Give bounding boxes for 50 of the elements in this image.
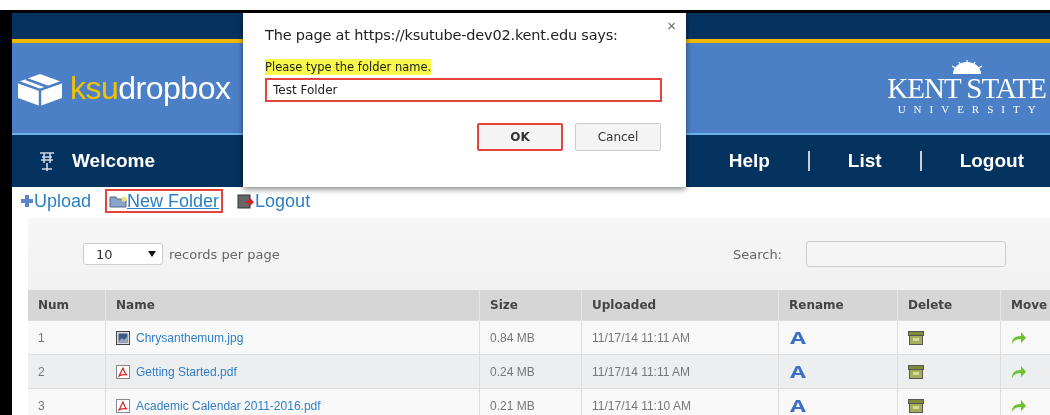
logo-text: ksudropbox — [70, 69, 231, 107]
nav-link[interactable]: Help — [728, 150, 770, 172]
dropdown-caret-icon — [148, 251, 156, 257]
records-label: records per page — [169, 246, 280, 262]
close-button[interactable]: × — [667, 17, 676, 34]
dialog-message: Please type the folder name. — [265, 59, 432, 75]
plus-icon — [20, 194, 34, 208]
input-field[interactable]: Test Folder — [265, 78, 662, 102]
dialog-title: The page at https://ksutube-dev02.kent.edu says: — [265, 27, 619, 43]
table-cell: 1 — [28, 320, 106, 355]
column-header: Rename — [778, 290, 898, 321]
column-header: Delete — [897, 290, 1001, 321]
archive-box-icon[interactable] — [908, 398, 924, 413]
table-cell: 11/17/14 11:11 AM — [581, 354, 779, 389]
archive-box-icon[interactable] — [908, 330, 924, 345]
page-size-select[interactable]: 10 — [83, 243, 163, 265]
file-link[interactable]: Chrysanthemum.jpg — [136, 330, 244, 345]
column-header: Num — [28, 290, 106, 321]
folder-icon — [109, 194, 128, 208]
column-header: Size — [479, 290, 582, 321]
university-subtitle: UNIVERSITY — [897, 102, 1044, 116]
archive-box-icon[interactable] — [908, 364, 924, 379]
table-cell: 0.24 MB — [479, 354, 582, 389]
nav-link[interactable]: Logout — [959, 150, 1024, 172]
table-cell: 2 — [28, 354, 106, 389]
table-cell: 11/17/14 11:11 AM — [581, 320, 779, 355]
table-cell: 3 — [28, 388, 106, 415]
pdf-file-icon — [116, 364, 130, 379]
letter-a-icon[interactable] — [789, 364, 807, 379]
university-name: KENT STATE — [887, 74, 1046, 102]
column-header: Uploaded — [581, 290, 779, 321]
exit-icon — [237, 193, 256, 209]
column-header: Move — [1000, 290, 1050, 321]
table-cell: 11/17/14 11:10 AM — [581, 388, 779, 415]
toolbar-link[interactable]: Logout — [233, 189, 315, 213]
letter-a-icon[interactable] — [789, 330, 807, 345]
cancel-button[interactable]: Cancel — [575, 123, 661, 151]
search-field[interactable] — [806, 241, 1006, 267]
column-header: Name — [105, 290, 480, 321]
ok-button[interactable]: OK — [477, 123, 563, 151]
toolbar-link[interactable]: Upload — [16, 189, 96, 213]
nav-link[interactable]: List — [847, 150, 882, 172]
table-cell: 0.84 MB — [479, 320, 582, 355]
table-cell: 0.21 MB — [479, 388, 582, 415]
file-link[interactable]: Getting Started.pdf — [136, 364, 237, 379]
nav-link[interactable]: Welcome — [72, 150, 156, 172]
letter-a-icon[interactable] — [789, 398, 807, 413]
image-file-icon — [116, 330, 130, 345]
toolbar-link[interactable]: New Folder — [105, 189, 224, 213]
search-label: Search: — [732, 246, 782, 262]
